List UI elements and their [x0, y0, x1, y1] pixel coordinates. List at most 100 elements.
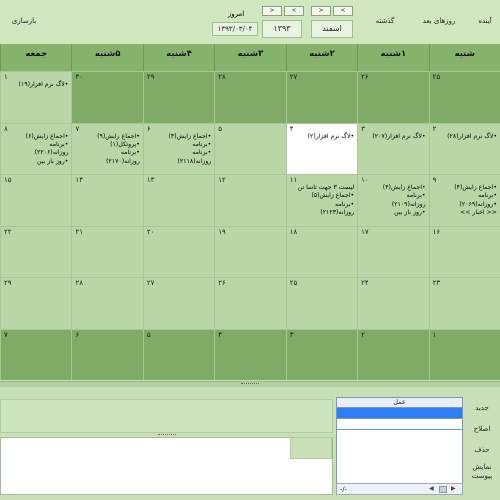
day-number: ۴ [289, 124, 294, 133]
day-cell[interactable]: ۳ [285, 328, 358, 380]
day-cell[interactable]: ۷ [0, 328, 72, 380]
day-cell[interactable]: ۲ [357, 328, 429, 380]
day-cell[interactable]: ۲۹ [142, 71, 215, 123]
past-button[interactable]: گذشته [370, 14, 400, 28]
event-item[interactable]: روزانه(۲۱۰۹) [361, 201, 426, 209]
day-cell[interactable]: ۲۵ [285, 277, 358, 329]
next-year-button[interactable]: > [333, 6, 353, 16]
event-item[interactable]: •برنامه [4, 141, 68, 149]
today-date[interactable]: ۱۳۹۳/۰۳/۰۴ [212, 22, 258, 36]
day-cell[interactable]: ۲۶ [357, 71, 429, 123]
event-item[interactable]: •روز باز بین [4, 158, 68, 166]
day-cell[interactable]: ۷ •اجماع زایش(۹) •پروتکل(۱) •برنامه روزانه(۲… [71, 122, 143, 174]
event-item[interactable]: •برنامه [147, 149, 211, 157]
event-item[interactable]: •لاگ نرم افزار(۲) [290, 133, 355, 141]
day-cell[interactable]: ۵ [142, 328, 215, 380]
prev-month-button[interactable]: < [262, 6, 282, 16]
event-item[interactable]: •پروتکل(۱) [75, 141, 140, 149]
day-cell[interactable]: ۱۴ [71, 174, 143, 226]
show-attachment-label-2[interactable]: پیوست [466, 472, 498, 481]
day-cell[interactable]: ۴ [214, 328, 286, 380]
day-cell[interactable]: ۹ •اجماع زایش(۴) •برنامه •روزانه(۲۰۶۹) << اخ… [428, 174, 500, 226]
event-item[interactable]: •اجماع زایش(۵) [290, 192, 354, 200]
day-cell[interactable]: ۲۷ [142, 277, 215, 329]
scroll-left-icon[interactable]: ◀ [429, 485, 434, 492]
event-item[interactable]: •اجماع زایش(۳) [147, 133, 212, 141]
day-cell[interactable]: ۸ •اجماع زایش(۶) •برنامه روزانه(۲۲۰۶) •روز ب… [0, 122, 72, 174]
day-cell[interactable]: ۲۷ [285, 71, 358, 123]
day-cell[interactable]: ۱۵ [0, 174, 72, 226]
event-item[interactable]: •برنامه [361, 192, 426, 200]
day-cell[interactable]: ۳ •لاگ نرم افزار(۲۰۷) [357, 122, 429, 174]
event-item[interactable]: روزانه(۲۲۰۶) [4, 149, 69, 157]
year-field[interactable]: ۱۳۹۳ [262, 20, 302, 38]
day-cell[interactable]: ۱۷ [357, 225, 429, 277]
day-cell[interactable]: ۳۰ [71, 71, 143, 123]
event-item[interactable]: روزانه(۲۱۷۰) [75, 158, 140, 166]
day-number: ۲۱ [75, 227, 83, 236]
day-number: ۶ [146, 124, 151, 133]
day-cell[interactable]: ۲۸ [214, 71, 286, 123]
new-button[interactable]: جدید [466, 404, 498, 413]
event-item[interactable]: •لاگ نرم افزار(۱۹) [4, 81, 69, 89]
day-number: ۲ [432, 124, 437, 133]
refresh-button[interactable]: بازسازی [4, 14, 44, 28]
day-cell[interactable]: ۱۹ [214, 225, 286, 277]
next-month-button[interactable]: > [284, 6, 304, 16]
event-item[interactable]: روزانه(۲۱۱۸) [147, 158, 211, 166]
day-cell[interactable]: ۱۲ [214, 174, 286, 226]
month-field[interactable]: اسفند [311, 20, 353, 38]
day-cell[interactable]: ۱ •لاگ نرم افزار(۱۹) [0, 71, 72, 123]
table-scrollbar[interactable]: -/- ◀ ▶ [336, 483, 463, 495]
next-days-button[interactable]: روزهای بعد [418, 14, 460, 28]
attachment-box[interactable] [290, 437, 332, 459]
day-cell[interactable]: ۱۱ لیست ۳ جهت تاسا تن •اجماع زایش(۵) •برنام… [285, 174, 358, 226]
day-cell[interactable]: ۱۳ [142, 174, 215, 226]
day-cell[interactable]: ۲۸ [71, 277, 143, 329]
day-cell[interactable]: ۱۸ [285, 225, 358, 277]
event-item[interactable]: •اجماع زایش(۶) [4, 133, 69, 141]
day-cell[interactable]: ۲۶ [214, 277, 286, 329]
event-item[interactable]: •اجماع زایش(۴) [361, 184, 426, 192]
scroll-thumb[interactable] [439, 486, 447, 493]
event-item[interactable]: •اجماع زایش(۴) [433, 184, 497, 192]
day-cell[interactable]: ۲۴ [357, 277, 429, 329]
prev-year-button[interactable]: < [311, 6, 331, 16]
show-attachment-label-1[interactable]: نمایش [466, 463, 498, 472]
event-item[interactable]: •برنامه [290, 201, 354, 209]
day-cell[interactable]: ۱۶ [428, 225, 500, 277]
day-cell[interactable]: ۶ •اجماع زایش(۳) •برنامه •برنامه روزانه(۲۱۱۸… [142, 122, 215, 174]
day-cell[interactable]: ۵ [214, 122, 286, 174]
delete-button[interactable]: حذف [466, 446, 498, 455]
event-item[interactable]: •لاگ نرم افزار(۲۸) [433, 133, 497, 141]
day-cell[interactable]: ۱ [428, 328, 500, 380]
future-button[interactable]: آینده [472, 14, 498, 28]
notes-textarea[interactable] [0, 437, 333, 495]
event-item[interactable]: لیست ۳ جهت تاسا تن [290, 184, 354, 192]
scroll-right-icon[interactable]: ▶ [451, 485, 456, 492]
table-row-selected[interactable] [337, 408, 462, 419]
day-cell[interactable]: ۲۵ [428, 71, 500, 123]
day-cell[interactable]: ۴ •لاگ نرم افزار(۲) [285, 122, 358, 174]
event-item[interactable]: •برنامه [433, 192, 497, 200]
event-item[interactable]: •برنامه [147, 141, 211, 149]
event-item[interactable]: •روز باز بین [361, 209, 425, 217]
day-cell[interactable]: ۶ [71, 328, 143, 380]
day-cell[interactable]: ۱۰ •اجماع زایش(۴) •برنامه روزانه(۲۱۰۹) •روز … [357, 174, 429, 226]
event-item[interactable]: •لاگ نرم افزار(۲۰۷) [361, 133, 425, 141]
day-cell[interactable]: ۲۳ [428, 277, 500, 329]
day-cell[interactable]: ۲۰ [142, 225, 215, 277]
day-cell[interactable]: ۲۹ [0, 277, 72, 329]
day-cell[interactable]: ۲۲ [0, 225, 72, 277]
edit-button[interactable]: اصلاح [466, 425, 498, 434]
day-cell[interactable]: ۲ •لاگ نرم افزار(۲۸) [428, 122, 500, 174]
event-item[interactable]: •برنامه [75, 149, 140, 157]
event-item[interactable]: << اخبار >> [433, 209, 497, 217]
event-item[interactable]: •روزانه(۲۰۶۹) [433, 201, 497, 209]
weekday-header: ۵شنبه [71, 44, 143, 71]
event-item[interactable]: •اجماع زایش(۹) [75, 133, 140, 141]
event-item[interactable]: روزانه(۲۱۲۳) [290, 209, 354, 217]
day-number: ۱۰ [361, 176, 369, 184]
day-cell[interactable]: ۲۱ [71, 225, 143, 277]
table-row[interactable] [337, 419, 462, 430]
